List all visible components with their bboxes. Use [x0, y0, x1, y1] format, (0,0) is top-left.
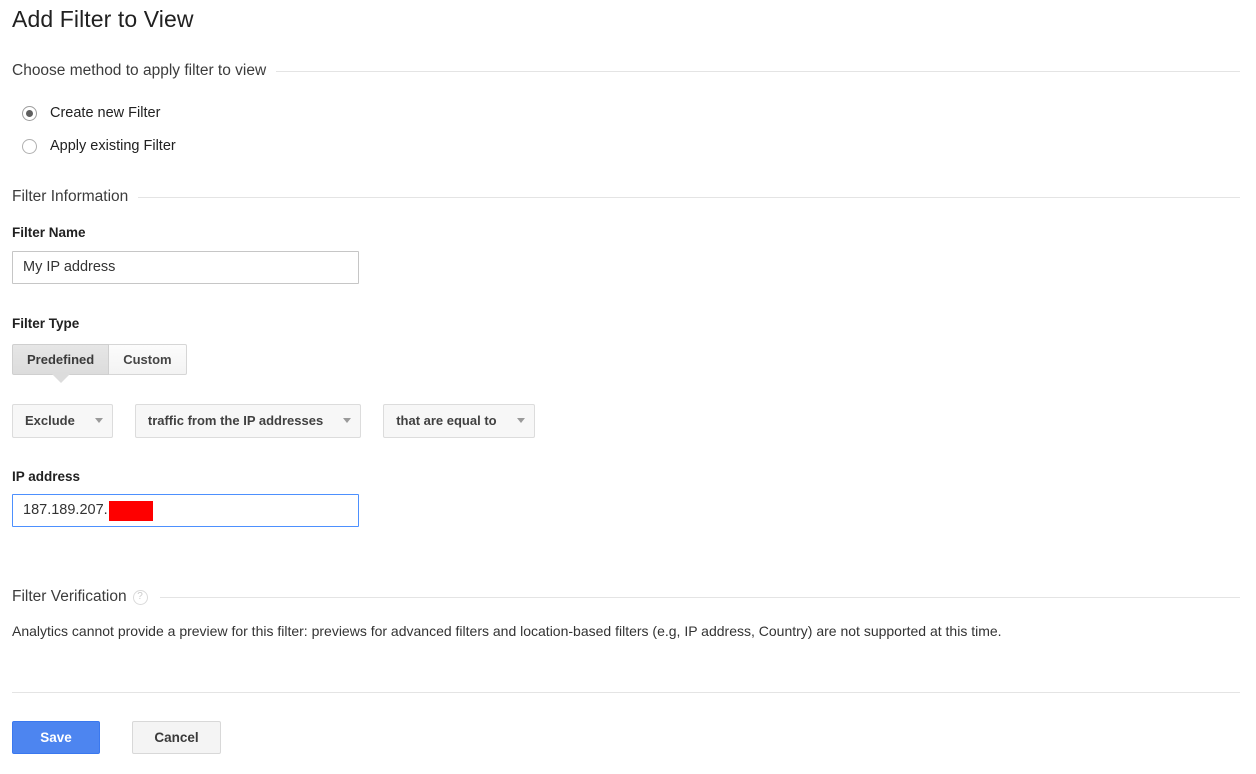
radio-button-create-new-filter[interactable] [22, 105, 37, 121]
radio-option-create-new-filter[interactable]: Create new Filter [22, 103, 160, 123]
predefined-filter-dropdown-row: Exclude traffic from the IP addresses th… [12, 403, 557, 438]
section-header-choose-method-label: Choose method to apply filter to view [12, 62, 267, 79]
dropdown-filter-match-value: that are equal to [396, 413, 497, 428]
section-header-choose-method: Choose method to apply filter to view [12, 60, 1240, 82]
filter-type-label: Filter Type [12, 316, 80, 331]
tab-predefined-label: Predefined [27, 352, 95, 367]
section-divider [159, 596, 1240, 598]
dropdown-filter-source-value: traffic from the IP addresses [147, 413, 324, 428]
filter-name-input[interactable]: My IP address [12, 251, 359, 284]
dropdown-filter-verb-value: Exclude [25, 413, 75, 428]
ip-address-input[interactable]: 187.189.207. [12, 494, 359, 527]
section-header-filter-verification-label: Filter Verification [12, 588, 127, 605]
dropdown-filter-verb[interactable]: Exclude [12, 403, 113, 438]
radio-button-apply-existing-filter[interactable] [22, 138, 37, 154]
section-divider [138, 196, 1240, 198]
page-title: Add Filter to View [12, 6, 194, 32]
tab-custom-label: Custom [123, 352, 172, 367]
cancel-button[interactable]: Cancel [132, 721, 221, 754]
help-circle-icon[interactable]: ? [132, 589, 148, 605]
filter-name-label: Filter Name [12, 225, 86, 240]
ip-address-label: IP address [12, 469, 81, 484]
add-filter-to-view-page: Add Filter to View Choose method to appl… [0, 0, 1256, 774]
filter-verification-message: Analytics cannot provide a preview for t… [12, 623, 1002, 639]
redaction-block [108, 500, 153, 521]
tab-predefined[interactable]: Predefined [12, 344, 110, 383]
radio-label-create-new-filter: Create new Filter [50, 105, 161, 121]
tab-custom[interactable]: Custom [109, 344, 187, 375]
section-header-filter-information: Filter Information [12, 186, 1240, 208]
save-button[interactable]: Save [12, 721, 100, 754]
footer-divider [12, 692, 1240, 693]
dropdown-filter-source[interactable]: traffic from the IP addresses [134, 403, 362, 438]
tab-selected-caret-icon [51, 374, 70, 383]
chevron-down-icon [516, 418, 525, 423]
ip-address-value: 187.189.207. [23, 502, 108, 518]
chevron-down-icon [343, 418, 352, 423]
filter-type-tab-group: Predefined Custom [12, 344, 187, 383]
section-header-filter-verification: Filter Verification ? [12, 586, 1240, 608]
radio-label-apply-existing-filter: Apply existing Filter [50, 138, 176, 154]
section-divider [276, 70, 1240, 72]
section-header-filter-information-label: Filter Information [12, 188, 129, 205]
chevron-down-icon [94, 418, 103, 423]
action-button-row: Save Cancel [12, 721, 221, 754]
dropdown-filter-match[interactable]: that are equal to [383, 403, 535, 438]
radio-option-apply-existing-filter[interactable]: Apply existing Filter [22, 136, 176, 156]
